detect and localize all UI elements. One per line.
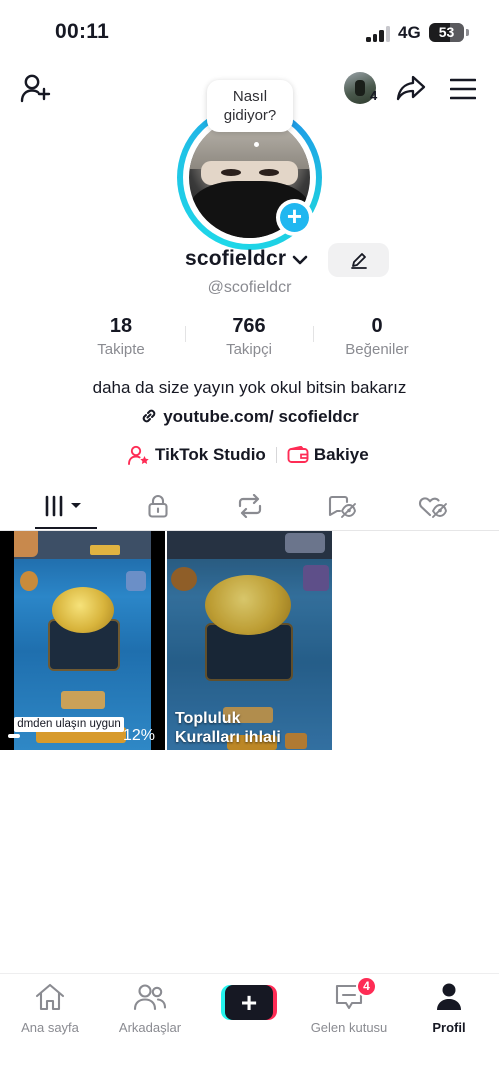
community-guidelines-warning: Topluluk Kuralları ihlali xyxy=(175,710,281,746)
stat-label: Takipçi xyxy=(226,341,272,358)
nav-inbox[interactable]: Gelen kutusu xyxy=(299,982,399,1035)
chevron-down-icon[interactable] xyxy=(291,252,309,268)
stat-label: Takipte xyxy=(97,341,145,358)
link-icon xyxy=(142,409,156,423)
creator-tools-row: TikTok Studio Bakiye xyxy=(128,443,369,467)
tab-private[interactable] xyxy=(125,483,191,529)
add-friend-icon[interactable] xyxy=(18,72,54,104)
status-bar: 00:11 4G 53 xyxy=(0,0,499,66)
profile-link-text: youtube.com/ scofieldcr xyxy=(163,407,359,426)
home-icon xyxy=(35,983,65,1011)
studio-icon xyxy=(128,445,149,465)
share-icon[interactable] xyxy=(394,72,428,104)
stat-value: 18 xyxy=(109,315,133,337)
note-text: Nasıl gidiyor? xyxy=(223,88,277,124)
wallet-icon xyxy=(287,446,309,463)
network-type: 4G xyxy=(398,23,421,42)
lock-icon xyxy=(148,495,168,518)
friends-icon xyxy=(133,984,167,1011)
stat-following[interactable]: 18 Takipte xyxy=(61,315,181,358)
tagged-icon xyxy=(328,495,356,518)
nav-label: Arkadaşlar xyxy=(118,1020,182,1035)
profile-bio: daha da size yayın yok okul bitsin bakar… xyxy=(92,378,407,397)
profile-icon xyxy=(437,983,461,1010)
create-plus-icon: + xyxy=(225,985,273,1020)
upload-progress-text: 12% xyxy=(123,727,156,744)
profile-handle: @scofieldcr xyxy=(207,279,292,296)
nav-home[interactable]: Ana sayfa xyxy=(0,982,100,1035)
tab-videos[interactable] xyxy=(30,483,100,529)
nav-label: Gelen kutusu xyxy=(310,1020,388,1035)
profile-link[interactable]: youtube.com/ scofieldcr xyxy=(0,407,499,427)
balance-label: Bakiye xyxy=(313,445,369,464)
battery-icon: 53 xyxy=(429,23,464,42)
active-tab-indicator xyxy=(35,527,97,529)
stat-likes[interactable]: 0 Beğeniler xyxy=(317,315,437,358)
stat-value: 766 xyxy=(232,315,266,337)
stat-value: 0 xyxy=(371,315,383,337)
stat-followers[interactable]: 766 Takipçi xyxy=(189,315,309,358)
liked-icon xyxy=(418,497,447,518)
video-caption-sticker: dmden ulaşın uygun xyxy=(14,717,124,732)
nav-label: Profil xyxy=(432,1020,466,1035)
plus-icon[interactable]: + xyxy=(280,203,309,232)
username[interactable]: scofieldcr xyxy=(185,247,286,271)
tab-reposts[interactable] xyxy=(217,483,283,529)
videos-grid-icon xyxy=(45,495,81,517)
nav-friends[interactable]: Arkadaşlar xyxy=(100,982,200,1035)
tiktok-studio-label: TikTok Studio xyxy=(155,445,266,464)
edit-profile-button[interactable] xyxy=(328,243,389,277)
inbox-badge: 4 xyxy=(356,976,377,997)
battery-level: 53 xyxy=(438,24,455,40)
tab-liked[interactable] xyxy=(400,483,466,529)
pencil-icon xyxy=(351,253,367,269)
nav-profile[interactable]: Profil xyxy=(399,982,499,1035)
tiktok-studio-button[interactable]: TikTok Studio xyxy=(128,445,266,465)
create-button[interactable]: + xyxy=(221,985,277,1020)
tab-tagged[interactable] xyxy=(309,483,375,529)
upload-progress-bar xyxy=(8,734,20,738)
signal-icon xyxy=(366,26,392,42)
friends-count-badge: 4 xyxy=(370,88,378,103)
menu-icon[interactable] xyxy=(447,74,479,104)
balance-button[interactable]: Bakiye xyxy=(287,445,369,465)
note-bubble[interactable]: Nasıl gidiyor? xyxy=(207,80,293,132)
repost-icon xyxy=(238,494,262,518)
status-time: 00:11 xyxy=(55,20,110,43)
profile-tabs xyxy=(0,483,499,531)
nav-label: Ana sayfa xyxy=(21,1020,79,1035)
stat-label: Beğeniler xyxy=(345,341,409,358)
